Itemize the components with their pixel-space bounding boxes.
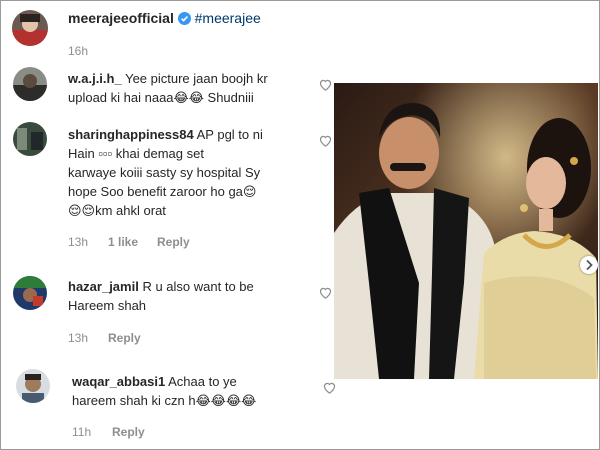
comment-line: Hareem shah xyxy=(68,298,147,313)
post-caption: meerajeeofficial #meerajee xyxy=(68,9,261,30)
post-time: 16h xyxy=(68,44,89,58)
reply-button[interactable]: Reply xyxy=(157,235,190,249)
heart-outline-icon[interactable] xyxy=(318,133,333,148)
reply-button[interactable]: Reply xyxy=(108,331,141,345)
comment-username[interactable]: hazar_jamil xyxy=(68,279,139,294)
comment-text: hazar_jamil R u also want to be xyxy=(68,277,254,296)
comment-text: w.a.j.i.h_ Yee picture jaan boojh kr xyxy=(68,69,268,88)
heart-outline-icon[interactable] xyxy=(318,285,333,300)
comment-line: AP pgl to ni xyxy=(196,127,263,142)
comment-username[interactable]: sharinghappiness84 xyxy=(68,127,194,142)
comment-line: upload ki hai naaa😂😂 Shudniii xyxy=(68,90,254,105)
comment-likes-count[interactable]: 1 like xyxy=(108,235,138,249)
post-photo[interactable] xyxy=(334,83,598,379)
comment-username[interactable]: w.a.j.i.h_ xyxy=(68,71,122,86)
post-author-avatar[interactable] xyxy=(12,10,48,46)
comment-line: hareem shah ki czn h😂😂😂😂 xyxy=(72,393,257,408)
comment-line: hope Soo benefit zaroor ho ga😌 xyxy=(68,184,257,199)
heart-outline-icon[interactable] xyxy=(322,380,337,395)
comment-line: Hain ▫▫▫ khai demag set xyxy=(68,146,204,161)
heart-outline-icon[interactable] xyxy=(318,77,333,92)
post-hashtag[interactable]: #meerajee xyxy=(195,10,261,26)
comment-avatar[interactable] xyxy=(13,67,47,101)
comment-line: karwaye koiii sasty sy hospital Sy xyxy=(68,165,261,180)
comment-time: 13h xyxy=(68,331,89,345)
comment-text: waqar_abbasi1 Achaa to ye xyxy=(72,372,237,391)
comment-time: 13h xyxy=(68,235,89,249)
comment-line: R u also want to be xyxy=(142,279,254,294)
comment-avatar[interactable] xyxy=(13,122,47,156)
comment-line: Achaa to ye xyxy=(168,374,237,389)
chevron-right-icon[interactable] xyxy=(580,256,598,274)
verified-badge-icon xyxy=(177,11,191,30)
reply-button[interactable]: Reply xyxy=(112,425,145,439)
comment-line: 😌😌km ahkl orat xyxy=(68,203,166,218)
post-author-username[interactable]: meerajeeofficial xyxy=(68,10,174,26)
comment-username[interactable]: waqar_abbasi1 xyxy=(72,374,165,389)
comment-avatar[interactable] xyxy=(13,276,47,310)
comment-text: sharinghappiness84 AP pgl to ni xyxy=(68,125,263,144)
comment-line: Yee picture jaan boojh kr xyxy=(125,71,268,86)
comment-time: 11h xyxy=(72,425,92,439)
comment-avatar[interactable] xyxy=(16,369,50,403)
